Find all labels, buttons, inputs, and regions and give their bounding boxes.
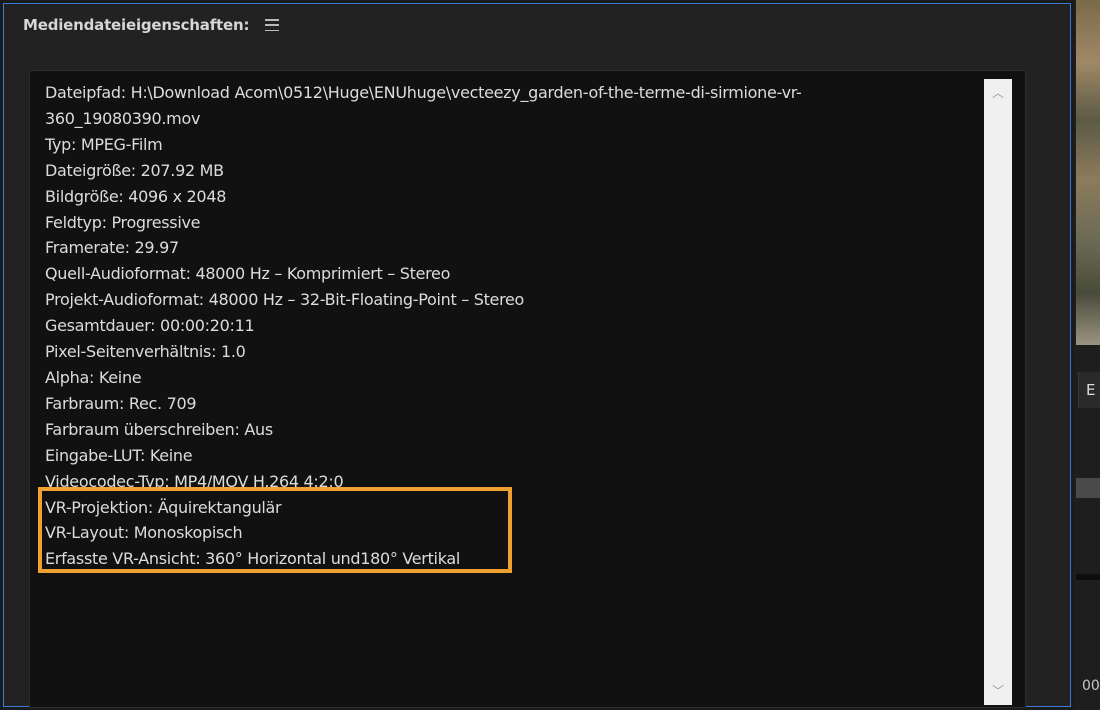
- property-line-duration: Gesamtdauer: 00:00:20:11: [45, 316, 255, 336]
- property-line-alpha: Alpha: Keine: [45, 367, 142, 387]
- preview-thumbnail: [1076, 0, 1100, 345]
- hamburger-menu-icon[interactable]: [265, 19, 280, 31]
- property-line-video-codec: Videocodec-Typ: MP4/MOV H.264 4:2:0: [45, 471, 344, 491]
- property-line-file-path: Dateipfad: H:\Download Acom\0512\Huge\EN…: [45, 83, 802, 102]
- adjacent-panel-divider: [1076, 574, 1100, 580]
- property-line-pixel-aspect: Pixel-Seitenverhältnis: 1.0: [45, 342, 246, 362]
- adjacent-panel-strip: E 00: [1074, 0, 1100, 710]
- properties-text-area[interactable]: Dateipfad: H:\Download Acom\0512\Huge\EN…: [29, 70, 1026, 708]
- app-window: Mediendateieigenschaften: Dateipfad: H:\…: [0, 0, 1100, 710]
- property-line-color-space: Farbraum: Rec. 709: [45, 393, 197, 413]
- properties-text-content: Dateipfad: H:\Download Acom\0512\Huge\EN…: [45, 80, 965, 572]
- property-line-color-space-override: Farbraum überschreiben: Aus: [45, 419, 273, 439]
- property-line-frame-rate: Framerate: 29.97: [45, 238, 179, 258]
- vertical-scrollbar[interactable]: ︿ ﹀: [984, 79, 1012, 705]
- property-line-file-size: Dateigröße: 207.92 MB: [45, 160, 224, 180]
- panel-header: Mediendateieigenschaften:: [23, 14, 280, 36]
- property-line-type: Typ: MPEG-Film: [45, 134, 163, 154]
- property-line-input-lut: Eingabe-LUT: Keine: [45, 445, 193, 465]
- property-line-source-audio: Quell-Audioformat: 48000 Hz – Komprimier…: [45, 264, 451, 284]
- chevron-down-icon[interactable]: ﹀: [984, 681, 1012, 701]
- property-line-field-type: Feldtyp: Progressive: [45, 212, 201, 232]
- property-line-file-path-cont: 360_19080390.mov: [45, 108, 201, 128]
- property-line-vr-view: Erfasste VR-Ansicht: 360° Horizontal und…: [45, 549, 461, 569]
- adjacent-panel-timecode: 00: [1082, 678, 1100, 694]
- adjacent-panel-tab[interactable]: E: [1078, 372, 1100, 408]
- property-line-vr-layout: VR-Layout: Monoskopisch: [45, 523, 243, 543]
- property-line-frame-size: Bildgröße: 4096 x 2048: [45, 186, 227, 206]
- panel-title: Mediendateieigenschaften:: [23, 16, 250, 34]
- chevron-up-icon[interactable]: ︿: [984, 83, 1012, 103]
- property-line-project-audio: Projekt-Audioformat: 48000 Hz – 32-Bit-F…: [45, 290, 525, 310]
- property-line-vr-projection: VR-Projektion: Äquirektangulär: [45, 497, 282, 517]
- media-file-properties-panel: Mediendateieigenschaften: Dateipfad: H:\…: [3, 3, 1071, 708]
- adjacent-panel-bar: [1076, 478, 1100, 498]
